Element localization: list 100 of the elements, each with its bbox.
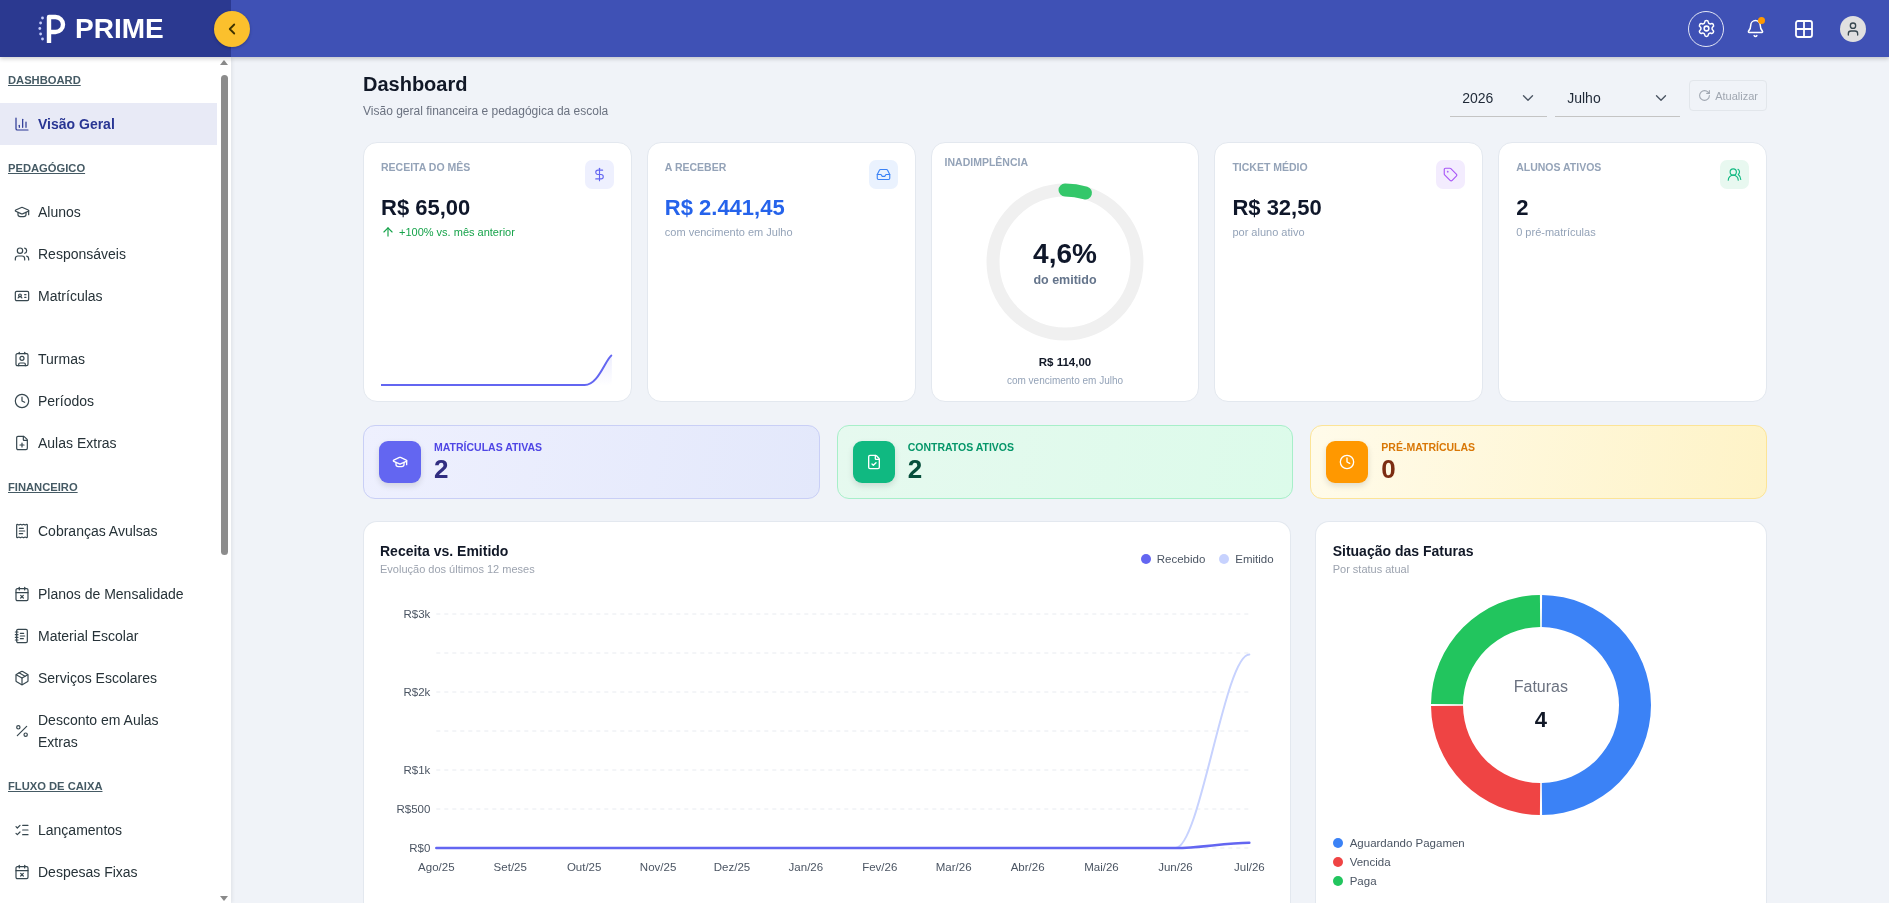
card-value: R$ 2.441,45 — [664, 194, 786, 222]
y-axis-label: R$0 — [409, 842, 431, 854]
graduation-cap-icon — [14, 204, 30, 220]
x-axis-label: Jan/26 — [788, 861, 824, 873]
box-icon — [14, 670, 30, 686]
nav-item[interactable]: Alunos — [0, 191, 217, 233]
x-axis-label: Abr/26 — [1010, 861, 1045, 873]
nav-item[interactable]: Matrículas — [0, 275, 217, 317]
x-axis-label: Nov/25 — [639, 861, 677, 873]
nav-item[interactable]: Serviços Escolares — [0, 657, 217, 699]
x-axis-label: Jun/26 — [1158, 861, 1193, 873]
nav-item[interactable]: Cobranças Avulsas — [0, 510, 217, 552]
card-note: 0 pré-matrículas — [1516, 225, 1597, 239]
contact-card-icon — [14, 351, 30, 367]
settings-icon — [1696, 19, 1716, 38]
nav-item[interactable]: Turmas — [0, 338, 217, 380]
x-axis-label: Mai/26 — [1084, 861, 1119, 873]
legend-label: Emitido — [1235, 552, 1274, 566]
calendar-icon — [14, 864, 30, 880]
nav-item[interactable]: Períodos — [0, 380, 217, 422]
x-axis-label: Set/25 — [493, 861, 527, 873]
chart-subtitle: Evolução dos últimos 12 meses — [380, 562, 535, 576]
x-axis-label: Out/25 — [566, 861, 602, 873]
banner-label: CONTRATOS ATIVOS — [907, 440, 1015, 454]
card-amount: R$ 114,00 — [1038, 355, 1092, 370]
legend-label: Recebido — [1156, 552, 1206, 566]
nav-item[interactable]: Visão Geral — [0, 103, 217, 145]
banner-label: PRÉ-MATRÍCULAS — [1381, 440, 1476, 454]
nav-item[interactable]: Material Escolar — [0, 615, 217, 657]
gauge-value: 4,6% — [1033, 237, 1097, 271]
x-axis-label: Dez/25 — [713, 861, 751, 873]
legend-label: Vencida — [1349, 854, 1391, 869]
bar-chart-icon — [14, 116, 30, 132]
year-select[interactable]: 2026 — [1450, 80, 1548, 117]
dollar-icon — [584, 160, 614, 189]
people-icon — [1720, 160, 1749, 189]
chart-title: Situação das Faturas — [1332, 542, 1475, 561]
legend-label: Paga — [1349, 873, 1377, 888]
donut-center-value: 4 — [1534, 707, 1547, 733]
section-title: FLUXO DE CAIXA — [7, 779, 103, 794]
file-plus-icon — [14, 435, 30, 451]
chart-title: Receita vs. Emitido — [380, 542, 510, 561]
calendar-icon — [14, 586, 30, 602]
section-title: DASHBOARD — [7, 73, 81, 88]
section-title: FINANCEIRO — [7, 480, 78, 495]
checklist-icon — [14, 822, 30, 838]
bell-icon — [1745, 19, 1765, 38]
card-label: RECEITA DO MÊS — [381, 160, 471, 174]
scroll-up-icon[interactable] — [220, 60, 228, 65]
notebook-icon — [14, 628, 30, 644]
card-label: TICKET MÉDIO — [1232, 160, 1308, 174]
card-label: ALUNOS ATIVOS — [1516, 160, 1602, 174]
chart-subtitle: Por status atual — [1332, 562, 1411, 576]
brand-name: PRIME — [75, 12, 164, 45]
gauge-caption: do emitido — [1033, 272, 1097, 288]
card-note: com vencimento em Julho — [664, 225, 794, 239]
card-label: A RECEBER — [664, 160, 727, 174]
y-axis-label: R$2k — [403, 686, 431, 698]
scroll-down-icon[interactable] — [220, 896, 228, 901]
nav-item[interactable]: Desconto em Aulas Extras — [0, 699, 217, 763]
nav-item[interactable]: Aulas Extras — [0, 422, 217, 464]
nav-item[interactable]: Responsáveis — [0, 233, 217, 275]
tag-icon — [1436, 160, 1466, 189]
section-title: PEDAGÓGICO — [7, 161, 86, 176]
card-value: 2 — [1516, 194, 1530, 222]
x-axis-label: Mar/26 — [935, 861, 972, 873]
people-icon — [14, 246, 30, 262]
banner-value: 0 — [1381, 454, 1397, 484]
card-note: por aluno ativo — [1232, 225, 1306, 239]
page-title: Dashboard — [363, 72, 469, 97]
id-card-icon — [14, 288, 30, 304]
page-subtitle: Visão geral financeira e pedagógica da escola — [363, 103, 609, 119]
refresh-icon — [1698, 89, 1712, 102]
grid-icon — [1795, 19, 1813, 38]
scrollbar-thumb[interactable] — [220, 75, 228, 555]
percent-icon — [14, 723, 30, 739]
nav-item[interactable]: Planos de Mensalidade — [0, 573, 217, 615]
receipt-icon — [14, 523, 30, 539]
inbox-icon — [868, 160, 898, 189]
y-axis-label: R$500 — [396, 803, 431, 815]
clock-icon — [14, 393, 30, 409]
legend-label: Aguardando Pagamen — [1349, 835, 1465, 850]
nav-item[interactable]: Despesas Fixas — [0, 851, 217, 893]
user-avatar-icon — [1840, 15, 1866, 42]
card-value: R$ 65,00 — [381, 194, 472, 222]
banner-value: 2 — [907, 454, 924, 484]
card-note: com vencimento em Julho — [1006, 374, 1124, 387]
x-axis-label: Fev/26 — [862, 861, 898, 873]
card-label: INADIMPLÊNCIA — [944, 155, 1028, 169]
donut-center-label: Faturas — [1513, 677, 1568, 697]
x-axis-label: Jul/26 — [1234, 861, 1265, 873]
logo-icon — [38, 12, 66, 45]
banner-value: 2 — [434, 454, 450, 484]
y-axis-label: R$1k — [403, 764, 431, 776]
trend-text: +100% vs. mês anterior — [399, 225, 515, 239]
month-select[interactable]: Julho — [1555, 80, 1681, 117]
x-axis-label: Ago/25 — [418, 861, 455, 873]
banner-label: MATRÍCULAS ATIVAS — [434, 440, 543, 454]
nav-item[interactable]: Lançamentos — [0, 809, 217, 851]
y-axis-label: R$3k — [403, 608, 431, 620]
